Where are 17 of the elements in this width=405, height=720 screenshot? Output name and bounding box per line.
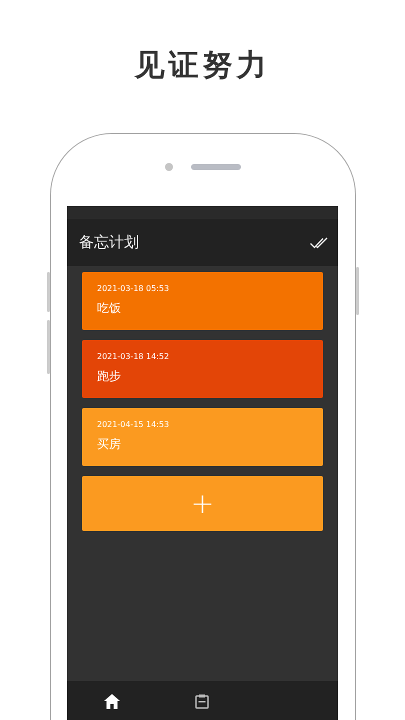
add-button[interactable]: +	[82, 476, 323, 531]
memo-card[interactable]: 2021-04-15 14:53 买房	[82, 408, 323, 466]
memo-title: 吃饭	[97, 301, 122, 316]
camera-icon	[165, 163, 173, 171]
memo-title: 买房	[97, 437, 122, 452]
memo-card[interactable]: 2021-03-18 14:52 跑步	[82, 340, 323, 398]
memo-card[interactable]: 2021-03-18 05:53 吃饭	[82, 272, 323, 330]
memo-date: 2021-03-18 05:53	[97, 285, 170, 293]
clipboard-icon[interactable]	[195, 694, 209, 708]
memo-date: 2021-03-18 14:52	[97, 353, 170, 361]
memo-title: 跑步	[97, 369, 122, 384]
memo-date: 2021-04-15 14:53	[97, 421, 170, 429]
app-title: 备忘计划	[79, 232, 139, 254]
headline: 见证努力	[133, 47, 272, 85]
speaker-grille	[191, 164, 241, 170]
home-icon[interactable]	[104, 694, 120, 708]
double-check-icon[interactable]	[310, 237, 328, 250]
